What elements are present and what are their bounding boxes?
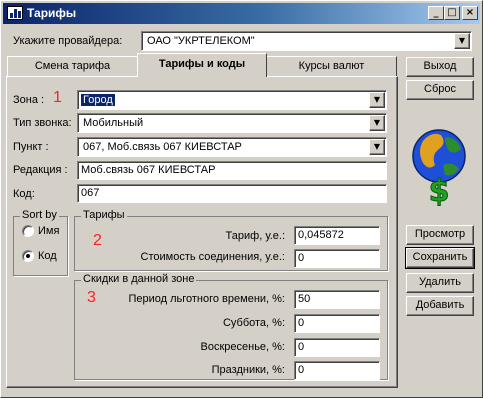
holidays-label: Праздники, %: (211, 364, 285, 376)
chart-icon (7, 6, 23, 20)
point-label: Пункт : (13, 141, 49, 153)
tab-currency-rates[interactable]: Курсы валют (266, 56, 397, 76)
saturday-field[interactable]: 0 (294, 314, 380, 333)
code-field[interactable]: 067 (77, 184, 387, 203)
connection-cost-label: Стоимость соединения, у.е.: (140, 251, 285, 263)
close-button[interactable]: × (462, 6, 478, 20)
tariff-label: Тариф, у.е.: (225, 230, 285, 242)
chevron-down-icon[interactable]: ▼ (369, 139, 385, 155)
code-label: Код: (13, 188, 35, 200)
provider-label: Укажите провайдера: (13, 35, 123, 47)
call-type-value: Мобильный (83, 117, 144, 129)
sunday-field[interactable]: 0 (294, 338, 380, 357)
sunday-label: Воскресенье, %: (200, 341, 286, 353)
title-bar[interactable]: Тарифы _ □ × (3, 3, 480, 24)
grace-period-label: Период льготного времени, %: (128, 293, 285, 305)
saturday-label: Суббота, %: (222, 317, 285, 329)
zone-select[interactable]: Город ▼ (77, 90, 387, 110)
sort-by-code-label[interactable]: Код (38, 250, 57, 262)
provider-value: ОАО "УКРТЕЛЕКОМ" (147, 35, 255, 47)
svg-text:$: $ (429, 174, 450, 207)
chevron-down-icon[interactable]: ▼ (454, 33, 470, 49)
sort-by-title: Sort by (20, 209, 59, 221)
zone-value: Город (80, 93, 116, 107)
annotation-1: 1 (53, 89, 62, 106)
preview-button[interactable]: Просмотр (406, 225, 474, 245)
point-value: 067, Моб.связь 067 КИЕВСТАР (83, 141, 242, 153)
tariffs-window: Тарифы _ □ × Укажите провайдера: ОАО "УК… (0, 0, 483, 398)
chevron-down-icon[interactable]: ▼ (369, 115, 385, 131)
exit-button[interactable]: Выход (406, 57, 474, 77)
globe-dollar-icon: $ (412, 129, 466, 207)
edition-label: Редакция : (13, 164, 68, 176)
sort-by-name-label[interactable]: Имя (38, 225, 59, 237)
sort-by-code-radio[interactable] (22, 250, 34, 262)
minimize-button[interactable]: _ (428, 6, 444, 20)
zone-label: Зона : (13, 94, 45, 106)
add-button[interactable]: Добавить (406, 296, 474, 316)
discounts-title: Скидки в данной зоне (81, 273, 197, 285)
tab-tariffs-codes[interactable]: Тарифы и коды (137, 53, 267, 77)
delete-button[interactable]: Удалить (406, 273, 474, 293)
holidays-field[interactable]: 0 (294, 361, 380, 380)
window-title: Тарифы (27, 6, 77, 20)
call-type-select[interactable]: Мобильный ▼ (77, 113, 387, 133)
provider-select[interactable]: ОАО "УКРТЕЛЕКОМ" ▼ (141, 31, 472, 51)
chevron-down-icon[interactable]: ▼ (369, 92, 385, 108)
point-select[interactable]: 067, Моб.связь 067 КИЕВСТАР ▼ (77, 137, 387, 157)
connection-cost-field[interactable]: 0 (294, 249, 380, 268)
sort-by-name-radio[interactable] (22, 225, 34, 237)
save-button[interactable]: Сохранить (405, 247, 475, 269)
call-type-label: Тип звонка: (13, 117, 72, 129)
grace-period-field[interactable]: 50 (294, 290, 380, 309)
reset-button[interactable]: Сброс (406, 80, 474, 100)
tariff-field[interactable]: 0,045872 (294, 226, 380, 245)
tab-change-tariff[interactable]: Смена тарифа (7, 56, 138, 76)
edition-field[interactable]: Моб.связь 067 КИЕВСТАР (77, 161, 387, 180)
maximize-button[interactable]: □ (444, 6, 460, 20)
tariffs-title: Тарифы (81, 209, 127, 221)
